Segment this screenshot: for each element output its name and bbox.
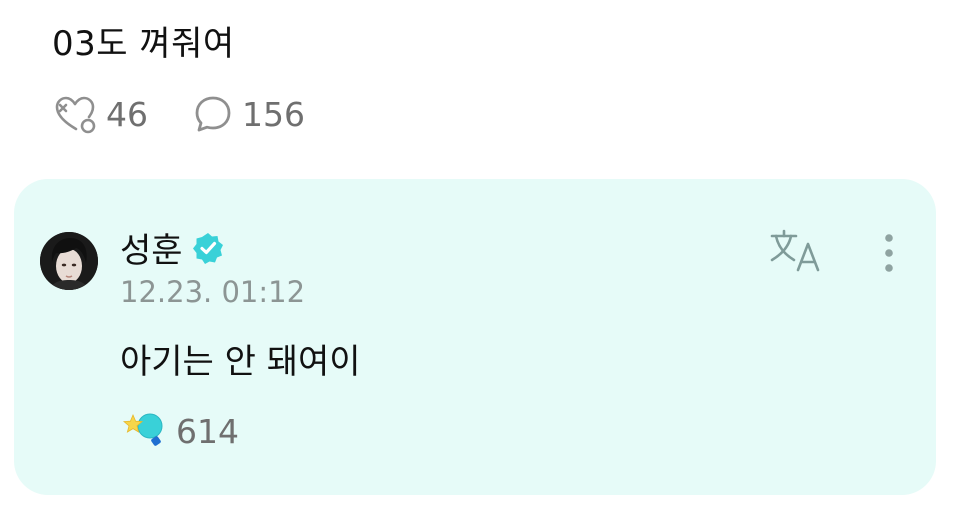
post-thread: 03도 껴줘여 46 156 성훈 12.23. 01:12 아기는 안 돼여이… bbox=[0, 0, 963, 531]
author-row: 성훈 bbox=[120, 223, 225, 272]
comment-button[interactable]: 156 bbox=[192, 93, 305, 135]
star-lightbulb-icon bbox=[122, 409, 166, 453]
more-options-button[interactable] bbox=[876, 231, 902, 277]
reaction-button[interactable]: 614 bbox=[122, 409, 239, 453]
like-count: 46 bbox=[106, 94, 148, 134]
comment-count: 156 bbox=[242, 94, 305, 134]
reaction-count: 614 bbox=[176, 411, 239, 451]
more-vertical-icon bbox=[876, 234, 902, 281]
translate-button[interactable] bbox=[768, 228, 826, 274]
heart-plus-icon bbox=[52, 93, 98, 135]
reply-text: 아기는 안 돼여이 bbox=[120, 342, 361, 382]
reply-card: 성훈 12.23. 01:12 아기는 안 돼여이 614 bbox=[14, 179, 936, 495]
avatar[interactable] bbox=[40, 232, 98, 290]
author-name[interactable]: 성훈 bbox=[120, 223, 183, 272]
like-button[interactable]: 46 bbox=[52, 93, 148, 135]
translate-icon bbox=[768, 229, 826, 278]
post-actions: 46 156 bbox=[52, 92, 349, 136]
verified-badge-icon bbox=[191, 231, 225, 265]
post-text: 03도 껴줘여 bbox=[52, 24, 235, 64]
timestamp: 12.23. 01:12 bbox=[120, 275, 306, 309]
speech-bubble-icon bbox=[192, 93, 234, 135]
